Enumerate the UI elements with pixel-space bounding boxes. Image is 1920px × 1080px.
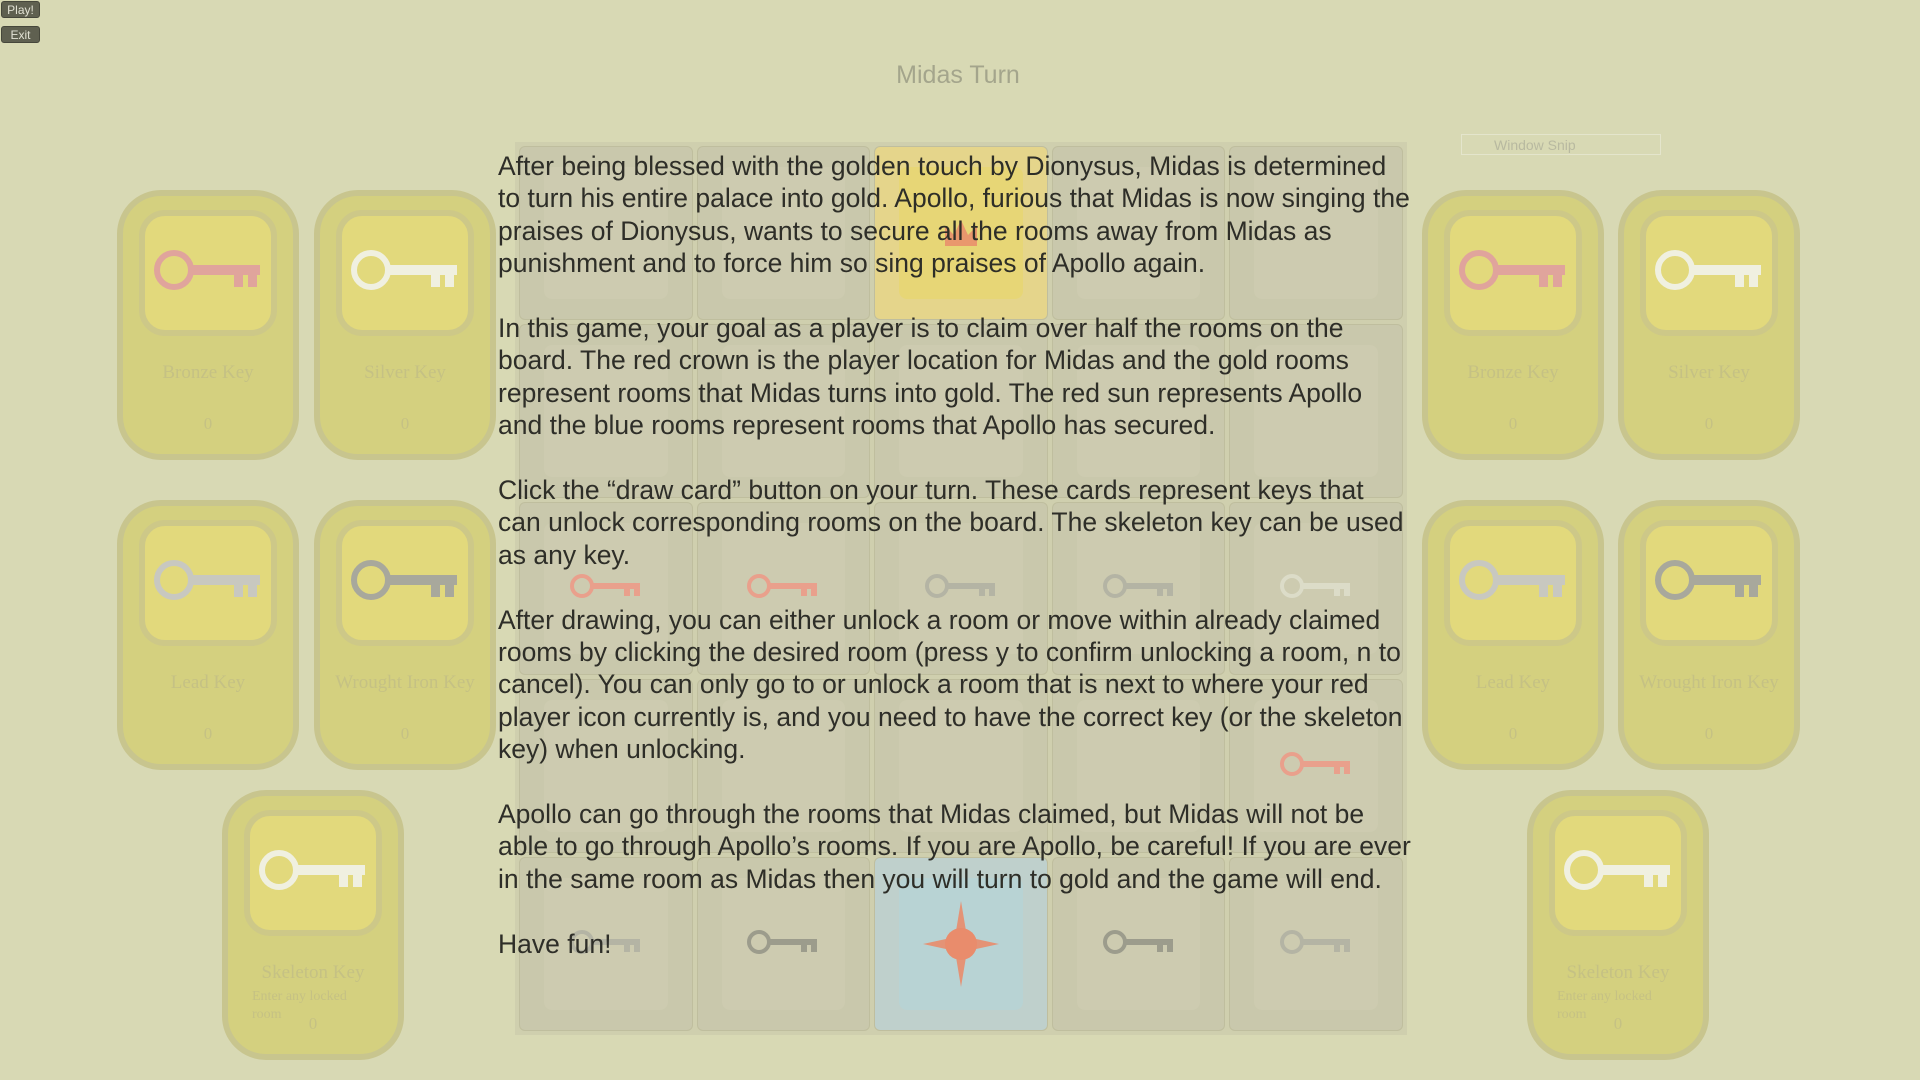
card-count: 0 [1508,414,1518,433]
silver-key-card-left[interactable]: Silver Key 0 [314,190,496,460]
card-name: Wrought Iron Key [1639,672,1779,693]
card-count: 0 [203,414,213,433]
skeleton-key-icon [259,850,365,890]
card-count: 0 [308,1014,318,1033]
card-count: 0 [203,724,213,743]
card-count: 0 [1508,724,1518,743]
card-name: Wrought Iron Key [335,672,475,693]
wrought-iron-key-card-right[interactable]: Wrought Iron Key 0 [1618,500,1800,770]
card-name: Skeleton Key [261,962,365,983]
exit-button[interactable]: Exit [1,26,40,43]
lead-key-card-right[interactable]: Lead Key 0 [1422,500,1604,770]
card-name: Lead Key [170,672,246,693]
card-name: Bronze Key [1467,362,1559,383]
play-button[interactable]: Play! [1,1,40,18]
window-snip-label: Window Snip [1461,134,1661,155]
lead-key-card-left[interactable]: Lead Key 0 [117,500,299,770]
silver-key-icon [351,250,457,290]
bronze-key-card-left[interactable]: Bronze Key 0 [117,190,299,460]
skeleton-key-card-right[interactable]: Skeleton Key Enter any locked room 0 [1527,790,1709,1060]
instructions-text: After being blessed with the golden touc… [498,150,1413,992]
bronze-key-icon [1459,250,1565,290]
silver-key-icon [1655,250,1761,290]
card-name: Silver Key [1668,362,1750,383]
instructions-paragraph: After drawing, you can either unlock a r… [498,604,1403,765]
instructions-paragraph: In this game, your goal as a player is t… [498,313,1363,441]
lead-key-icon [154,560,260,600]
card-count: 0 [1704,724,1714,743]
wrought-iron-key-icon [351,560,457,600]
card-name: Lead Key [1475,672,1551,693]
bronze-key-icon [154,250,260,290]
turn-indicator: Midas Turn [896,61,1020,89]
card-count: 0 [400,724,410,743]
wrought-iron-key-card-left[interactable]: Wrought Iron Key 0 [314,500,496,770]
skeleton-key-card-left[interactable]: Skeleton Key Enter any locked room 0 [222,790,404,1060]
instructions-paragraph: Click the “draw card” button on your tur… [498,475,1404,570]
wrought-iron-key-icon [1655,560,1761,600]
instructions-closing: Have fun! [498,928,612,959]
skeleton-key-icon [1564,850,1670,890]
instructions-paragraph: After being blessed with the golden touc… [498,151,1410,279]
card-count: 0 [1704,414,1714,433]
bronze-key-card-right[interactable]: Bronze Key 0 [1422,190,1604,460]
card-name: Skeleton Key [1566,962,1670,983]
card-name: Silver Key [364,362,446,383]
lead-key-icon [1459,560,1565,600]
instructions-paragraph: Apollo can go through the rooms that Mid… [498,799,1411,894]
card-name: Bronze Key [162,362,254,383]
card-count: 0 [1613,1014,1623,1033]
silver-key-card-right[interactable]: Silver Key 0 [1618,190,1800,460]
card-count: 0 [400,414,410,433]
